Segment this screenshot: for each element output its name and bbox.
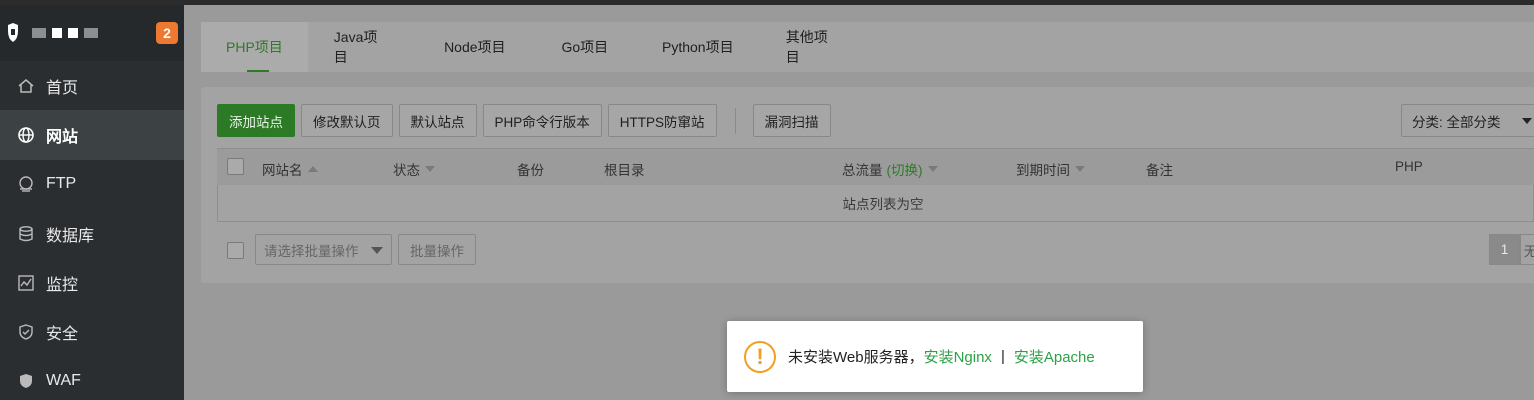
vuln-scan-button[interactable]: 漏洞扫描 (752, 104, 831, 137)
toast-message: 未安装Web服务器， (788, 349, 924, 366)
pagination: 1 无 (1489, 234, 1534, 265)
sort-asc-icon (307, 166, 318, 172)
sidebar-brand: 2 (0, 5, 184, 61)
tab-other[interactable]: 其他项目 (760, 22, 864, 72)
select-all-checkbox[interactable] (227, 158, 244, 175)
server-name-masked (32, 28, 98, 38)
col-backup: 备份 (517, 163, 544, 178)
sidebar-item-label: 安全 (46, 326, 79, 344)
sort-desc-icon (927, 166, 938, 172)
batch-row: 请选择批量操作 批量操作 1 无 (217, 234, 1534, 266)
col-status[interactable]: 状态 (393, 159, 435, 179)
col-root-dir: 根目录 (604, 163, 645, 178)
shield-icon (16, 322, 36, 342)
default-site-button[interactable]: 默认站点 (398, 104, 477, 137)
col-traffic[interactable]: 总流量 (切换) (842, 159, 938, 179)
sidebar-item-ftp[interactable]: FTP (0, 160, 184, 209)
batch-operation-button[interactable]: 批量操作 (398, 234, 476, 265)
tab-go[interactable]: Go项目 (534, 22, 636, 72)
add-site-button[interactable]: 添加站点 (217, 104, 295, 137)
logo-icon (4, 23, 22, 43)
sidebar-item-label: FTP (46, 175, 77, 193)
sidebar-item-label: 监控 (46, 276, 79, 294)
warning-icon: ! (744, 340, 776, 373)
install-apache-link[interactable]: 安装Apache (1014, 346, 1095, 367)
table-empty-row: 站点列表为空 (217, 185, 1534, 222)
site-list-panel: 添加站点 修改默认页 默认站点 PHP命令行版本 HTTPS防窜站 漏洞扫描 分… (201, 87, 1534, 283)
category-select[interactable]: 分类: 全部分类 (1401, 104, 1534, 137)
ftp-icon (16, 174, 36, 194)
col-note: 备注 (1146, 163, 1173, 178)
empty-message: 站点列表为空 (842, 197, 924, 212)
batch-select-all-checkbox[interactable] (227, 242, 244, 259)
table-header: 网站名 状态 备份 根目录 总流量 (切换) 到期时间 备注 PHP (217, 148, 1534, 185)
toolbar: 添加站点 修改默认页 默认站点 PHP命令行版本 HTTPS防窜站 漏洞扫描 (217, 104, 837, 137)
database-icon (16, 224, 36, 244)
https-guard-button[interactable]: HTTPS防窜站 (607, 104, 717, 137)
tab-java[interactable]: Java项目 (308, 22, 416, 72)
tab-python[interactable]: Python项目 (636, 22, 760, 72)
sidebar-item-waf[interactable]: WAF (0, 357, 184, 400)
sort-desc-icon (1075, 166, 1085, 172)
tab-node[interactable]: Node项目 (416, 22, 534, 72)
chevron-down-icon (371, 247, 383, 254)
sidebar-item-label: 网站 (46, 128, 79, 146)
chevron-down-icon (1522, 118, 1532, 124)
sidebar-item-label: 首页 (46, 79, 79, 97)
sidebar-item-label: WAF (46, 372, 81, 390)
category-select-value: 分类: 全部分类 (1412, 114, 1501, 130)
install-nginx-link[interactable]: 安装Nginx (924, 346, 992, 367)
globe-icon (16, 125, 36, 145)
page-next-partial[interactable]: 无 (1520, 234, 1534, 265)
toast-divider: | (1000, 348, 1005, 365)
col-php: PHP (1395, 159, 1423, 174)
sidebar-item-monitor[interactable]: 监控 (0, 258, 184, 307)
web-server-warning-toast: ! 未安装Web服务器， 安装Nginx | 安装Apache (727, 321, 1143, 392)
edit-default-page-button[interactable]: 修改默认页 (301, 104, 393, 137)
traffic-switch-link[interactable]: (切换) (887, 159, 923, 179)
col-expiry[interactable]: 到期时间 (1016, 159, 1085, 179)
sidebar-item-home[interactable]: 首页 (0, 61, 184, 110)
sidebar-item-website[interactable]: 网站 (0, 110, 184, 160)
monitor-icon (16, 273, 36, 293)
site-table: 网站名 状态 备份 根目录 总流量 (切换) 到期时间 备注 PHP 站点列表为… (217, 148, 1534, 222)
tab-php[interactable]: PHP项目 (201, 22, 308, 72)
page-current[interactable]: 1 (1489, 234, 1520, 265)
waf-shield-icon (16, 371, 36, 391)
sidebar-item-database[interactable]: 数据库 (0, 209, 184, 258)
col-site-name[interactable]: 网站名 (262, 159, 318, 179)
sort-desc-icon (425, 166, 435, 172)
sidebar: 2 首页 网站 FTP 数据库 监控 安全 WAF (0, 5, 184, 400)
home-icon (16, 76, 36, 96)
sidebar-item-security[interactable]: 安全 (0, 307, 184, 356)
notification-badge[interactable]: 2 (156, 22, 178, 44)
project-tabs: PHP项目 Java项目 Node项目 Go项目 Python项目 其他项目 (201, 22, 1534, 72)
batch-operation-select[interactable]: 请选择批量操作 (255, 234, 392, 265)
toolbar-divider (734, 107, 736, 134)
php-cli-version-button[interactable]: PHP命令行版本 (482, 104, 602, 137)
sidebar-item-label: 数据库 (46, 227, 95, 245)
